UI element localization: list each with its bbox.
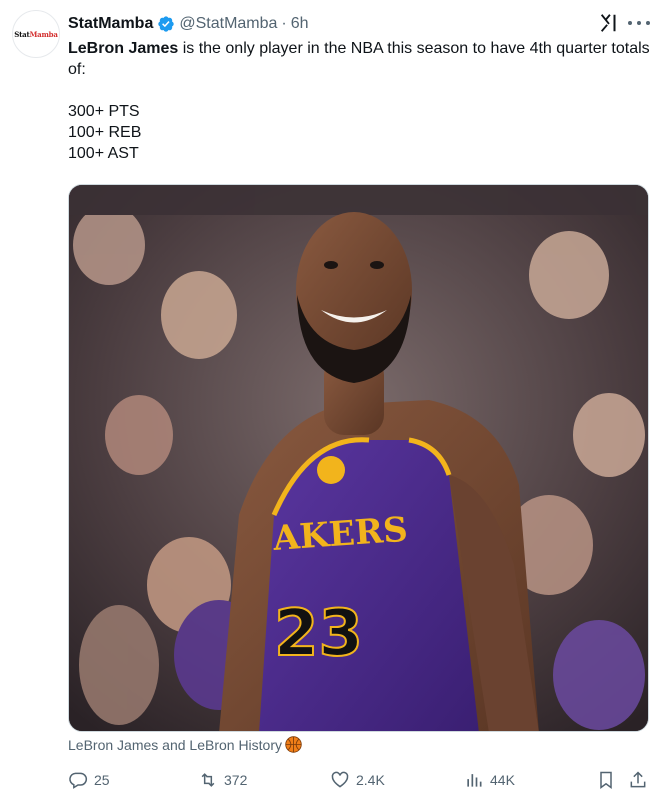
- reply-button[interactable]: 25: [68, 768, 110, 792]
- stat-line: 100+ REB: [68, 124, 142, 141]
- avatar[interactable]: StatMamba: [12, 10, 60, 58]
- reply-count: 25: [94, 772, 110, 788]
- verified-icon: [158, 16, 175, 32]
- photo-illustration: AKERS 23: [69, 185, 648, 731]
- repost-button[interactable]: 372: [198, 768, 247, 792]
- handle[interactable]: @StatMamba: [179, 15, 277, 33]
- stat-line: 300+ PTS: [68, 103, 140, 120]
- photo-caption[interactable]: LeBron James and LeBron History: [68, 736, 302, 753]
- tweet-header: StatMamba @StatMamba · 6h: [68, 13, 309, 35]
- tweet-photo[interactable]: AKERS 23: [68, 184, 649, 732]
- timestamp[interactable]: 6h: [291, 15, 309, 33]
- views-icon: [467, 774, 482, 787]
- grok-icon[interactable]: [598, 12, 620, 34]
- stat-line: 100+ AST: [68, 145, 139, 162]
- like-icon: [331, 771, 349, 788]
- share-icon: [630, 771, 646, 788]
- more-dot: [646, 21, 650, 25]
- views-button[interactable]: 44K: [464, 768, 515, 792]
- more-dot: [637, 21, 641, 25]
- repost-count: 372: [224, 772, 248, 788]
- bookmark-button[interactable]: [596, 768, 622, 792]
- repost-icon: [201, 773, 215, 787]
- tweet-text: LeBron James is the only player in the N…: [68, 38, 652, 164]
- separator-dot: ·: [281, 15, 287, 32]
- more-dot: [628, 21, 632, 25]
- avatar-logo-part-b: Mamba: [29, 29, 58, 39]
- share-button[interactable]: [628, 768, 654, 792]
- player-name: LeBron James: [68, 40, 179, 57]
- basketball-icon: [285, 736, 302, 753]
- like-button[interactable]: 2.4K: [330, 768, 385, 792]
- photo-caption-text: LeBron James and LeBron History: [68, 736, 282, 753]
- tweet-card[interactable]: StatMamba StatMamba @StatMamba · 6h LeBr…: [0, 0, 664, 800]
- avatar-logo-part-a: Stat: [14, 29, 30, 39]
- action-bar: 25 372 2.4K 44K: [68, 768, 652, 792]
- reply-icon: [69, 772, 88, 789]
- views-count: 44K: [490, 772, 515, 788]
- tweet-intro: LeBron James is the only player in the N…: [68, 38, 652, 80]
- bookmark-icon: [600, 771, 612, 789]
- avatar-logo: StatMamba: [14, 29, 58, 39]
- svg-text:23: 23: [274, 597, 363, 671]
- more-icon[interactable]: [628, 12, 650, 34]
- display-name[interactable]: StatMamba: [68, 15, 153, 33]
- like-count: 2.4K: [356, 772, 385, 788]
